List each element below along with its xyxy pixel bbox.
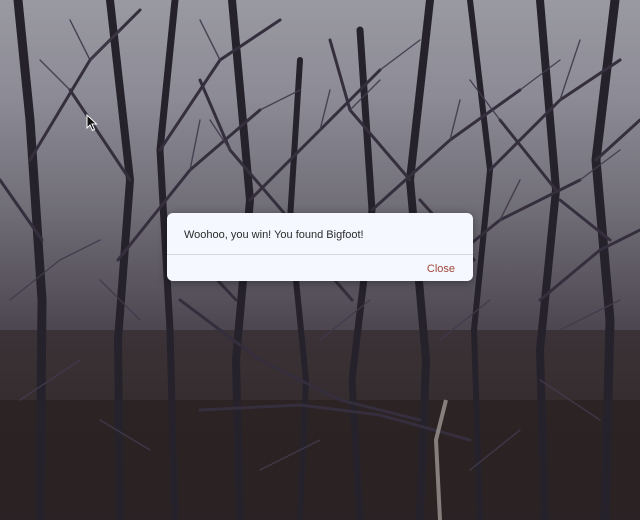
win-message: Woohoo, you win! You found Bigfoot!	[184, 229, 364, 241]
win-dialog: Woohoo, you win! You found Bigfoot! Clos…	[167, 213, 473, 281]
arrow-cursor-icon	[86, 114, 98, 132]
game-scene[interactable]: Woohoo, you win! You found Bigfoot! Clos…	[0, 0, 640, 520]
dialog-divider	[167, 254, 473, 255]
close-button[interactable]: Close	[427, 263, 455, 275]
